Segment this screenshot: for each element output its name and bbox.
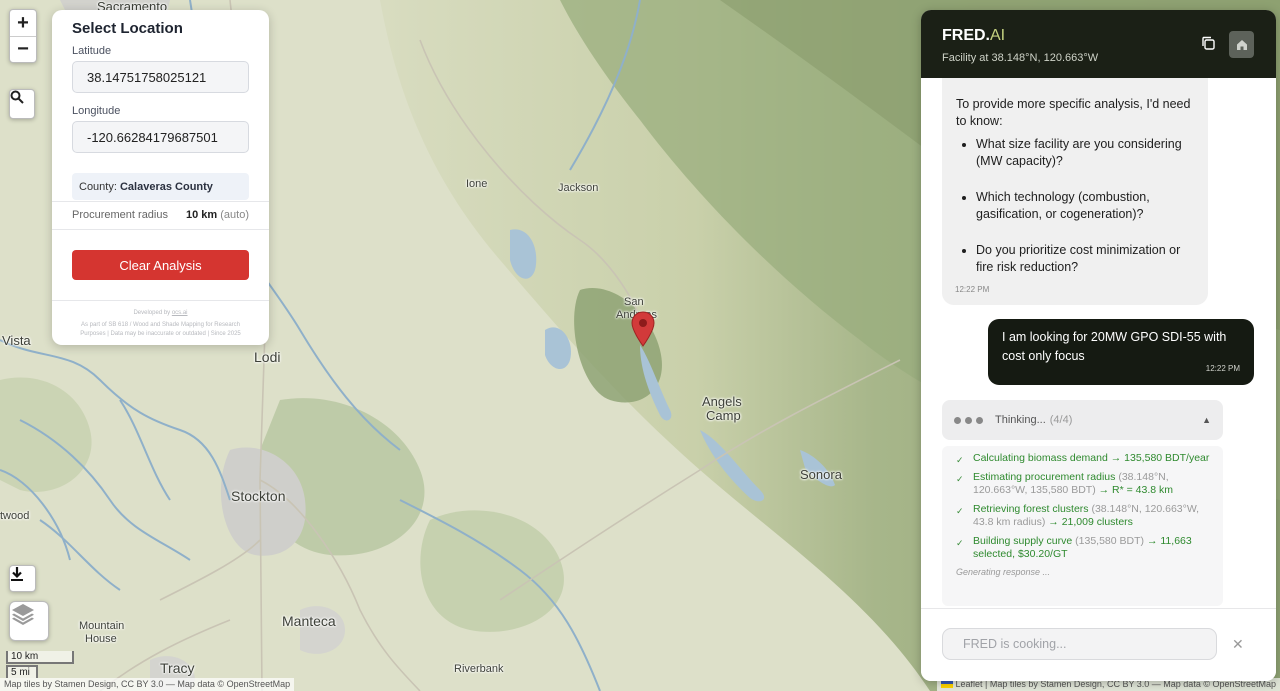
message-time: 12:22 PM <box>1205 364 1240 373</box>
footer-text: Developed by <box>133 310 171 316</box>
thinking-toggle[interactable]: Thinking... (4/4) ▲ <box>942 400 1223 440</box>
thinking-dots-icon <box>954 416 983 424</box>
divider <box>52 300 269 301</box>
check-icon: ✓ <box>956 506 964 516</box>
divider <box>52 201 269 202</box>
step-result: → R* = 43.8 km <box>1098 484 1174 496</box>
place-label: Angels <box>702 394 742 409</box>
place-label: House <box>85 633 117 645</box>
brand-logo: FRED.AI <box>942 27 1005 45</box>
check-icon: ✓ <box>956 455 964 465</box>
message-list[interactable]: To provide more specific analysis, I'd n… <box>921 78 1276 608</box>
place-label: Jackson <box>558 182 599 194</box>
chat-header: FRED.AI Facility at 38.148°N, 120.663°W <box>921 10 1276 78</box>
list-item: ✓ Retrieving forest clusters (38.148°N, … <box>954 503 1211 529</box>
map-search-button[interactable] <box>9 89 35 119</box>
scale-mi: 5 mi <box>6 665 38 678</box>
layers-icon <box>12 604 34 625</box>
list-item: ✓ Building supply curve (135,580 BDT) → … <box>954 535 1211 561</box>
brand-main: FRED. <box>942 27 990 44</box>
close-icon[interactable]: ✕ <box>1232 636 1244 653</box>
step-result: → 135,580 BDT/year <box>1110 452 1210 464</box>
place-label: Vista <box>2 333 31 348</box>
thinking-steps: ✓ Calculating biomass demand → 135,580 B… <box>942 446 1223 606</box>
download-button[interactable] <box>9 565 36 592</box>
place-label: Manteca <box>282 613 336 629</box>
zoom-control: + − <box>9 9 37 63</box>
footer-credit: Developed by ocs.ai <box>60 309 261 317</box>
step-name: Calculating biomass demand <box>973 452 1108 464</box>
panel-title: Select Location <box>72 20 183 37</box>
zoom-out-button[interactable]: − <box>10 36 36 62</box>
collapse-caret-icon[interactable]: ▲ <box>1202 415 1211 425</box>
county-name: Calaveras County <box>119 181 213 193</box>
chat-panel: FRED.AI Facility at 38.148°N, 120.663°W … <box>921 10 1276 681</box>
list-item: ✓ Calculating biomass demand → 135,580 B… <box>954 452 1211 465</box>
step-name: Estimating procurement radius <box>973 471 1116 483</box>
home-icon <box>1236 39 1247 50</box>
list-item: Which technology (combustion, gasificati… <box>976 189 1194 223</box>
assistant-message: To provide more specific analysis, I'd n… <box>942 78 1208 305</box>
place-label: Sonora <box>800 467 842 482</box>
step-name: Building supply curve <box>973 535 1073 547</box>
message-time: 12:22 PM <box>955 285 990 294</box>
longitude-label: Longitude <box>72 105 121 117</box>
generating-status: Generating response ... <box>956 567 1051 577</box>
place-label: Tracy <box>160 660 195 676</box>
latitude-label: Latitude <box>72 45 112 57</box>
procurement-radius-row: Procurement radius 10 km (auto) <box>72 209 249 221</box>
user-message: I am looking for 20MW GPO SDI-55 with co… <box>988 319 1254 385</box>
place-label: Mountain <box>79 620 125 632</box>
thinking-count: (4/4) <box>1049 414 1073 426</box>
check-icon: ✓ <box>956 474 964 484</box>
place-label: Ione <box>466 178 488 190</box>
download-icon <box>11 567 23 581</box>
step-result: → 21,009 clusters <box>1048 516 1133 528</box>
place-label: Camp <box>706 408 741 423</box>
copy-icon[interactable] <box>1201 36 1215 50</box>
place-label: Lodi <box>254 349 281 365</box>
footer-disclaimer: As part of SB 618 / Wood and Shade Mappi… <box>81 322 240 328</box>
divider <box>52 229 269 230</box>
radius-value: 10 km (auto) <box>186 209 249 221</box>
place-label: San <box>624 296 644 308</box>
check-icon: ✓ <box>956 538 964 548</box>
footer-disclaimer-2: Purposes | Data may be inaccurate or out… <box>80 331 241 337</box>
message-intro: To provide more specific analysis, I'd n… <box>956 97 1191 128</box>
home-button[interactable] <box>1229 31 1254 58</box>
radius-mode: (auto) <box>220 209 249 221</box>
search-icon <box>10 90 24 104</box>
thinking-label: Thinking... <box>995 414 1046 426</box>
clear-analysis-button[interactable]: Clear Analysis <box>72 250 249 280</box>
list-item: Do you prioritize cost minimization or f… <box>976 242 1194 276</box>
layers-button[interactable] <box>9 601 49 641</box>
county-prefix: County: <box>79 181 117 193</box>
list-item: ✓ Estimating procurement radius (38.148°… <box>954 471 1211 497</box>
place-label: twood <box>0 510 30 522</box>
county-info: County: Calaveras County <box>72 173 249 200</box>
radius-number: 10 km <box>185 209 218 221</box>
facility-subtitle: Facility at 38.148°N, 120.663°W <box>942 52 1099 64</box>
list-item: What size facility are you considering (… <box>976 136 1194 170</box>
chat-input-area: ✕ <box>921 608 1276 681</box>
longitude-input[interactable] <box>72 121 249 153</box>
location-marker-icon[interactable] <box>631 311 655 347</box>
radius-label: Procurement radius <box>72 209 168 221</box>
select-location-panel: Select Location Latitude Longitude Count… <box>52 10 269 345</box>
user-message-text: I am looking for 20MW GPO SDI-55 with co… <box>1002 330 1227 363</box>
scale-km: 10 km <box>6 651 74 664</box>
step-name: Retrieving forest clusters <box>973 503 1089 515</box>
footer-link[interactable]: ocs.ai <box>172 310 188 316</box>
zoom-in-button[interactable]: + <box>10 10 36 36</box>
chat-input[interactable] <box>942 628 1217 660</box>
map-attribution-left: Map tiles by Stamen Design, CC BY 3.0 — … <box>0 678 295 691</box>
brand-accent: AI <box>990 27 1006 44</box>
step-args: (135,580 BDT) <box>1075 535 1145 547</box>
latitude-input[interactable] <box>72 61 249 93</box>
place-label: Stockton <box>231 488 286 504</box>
ukraine-flag-icon <box>940 680 953 688</box>
place-label: Riverbank <box>454 663 504 675</box>
question-list: What size facility are you considering (… <box>956 136 1194 276</box>
